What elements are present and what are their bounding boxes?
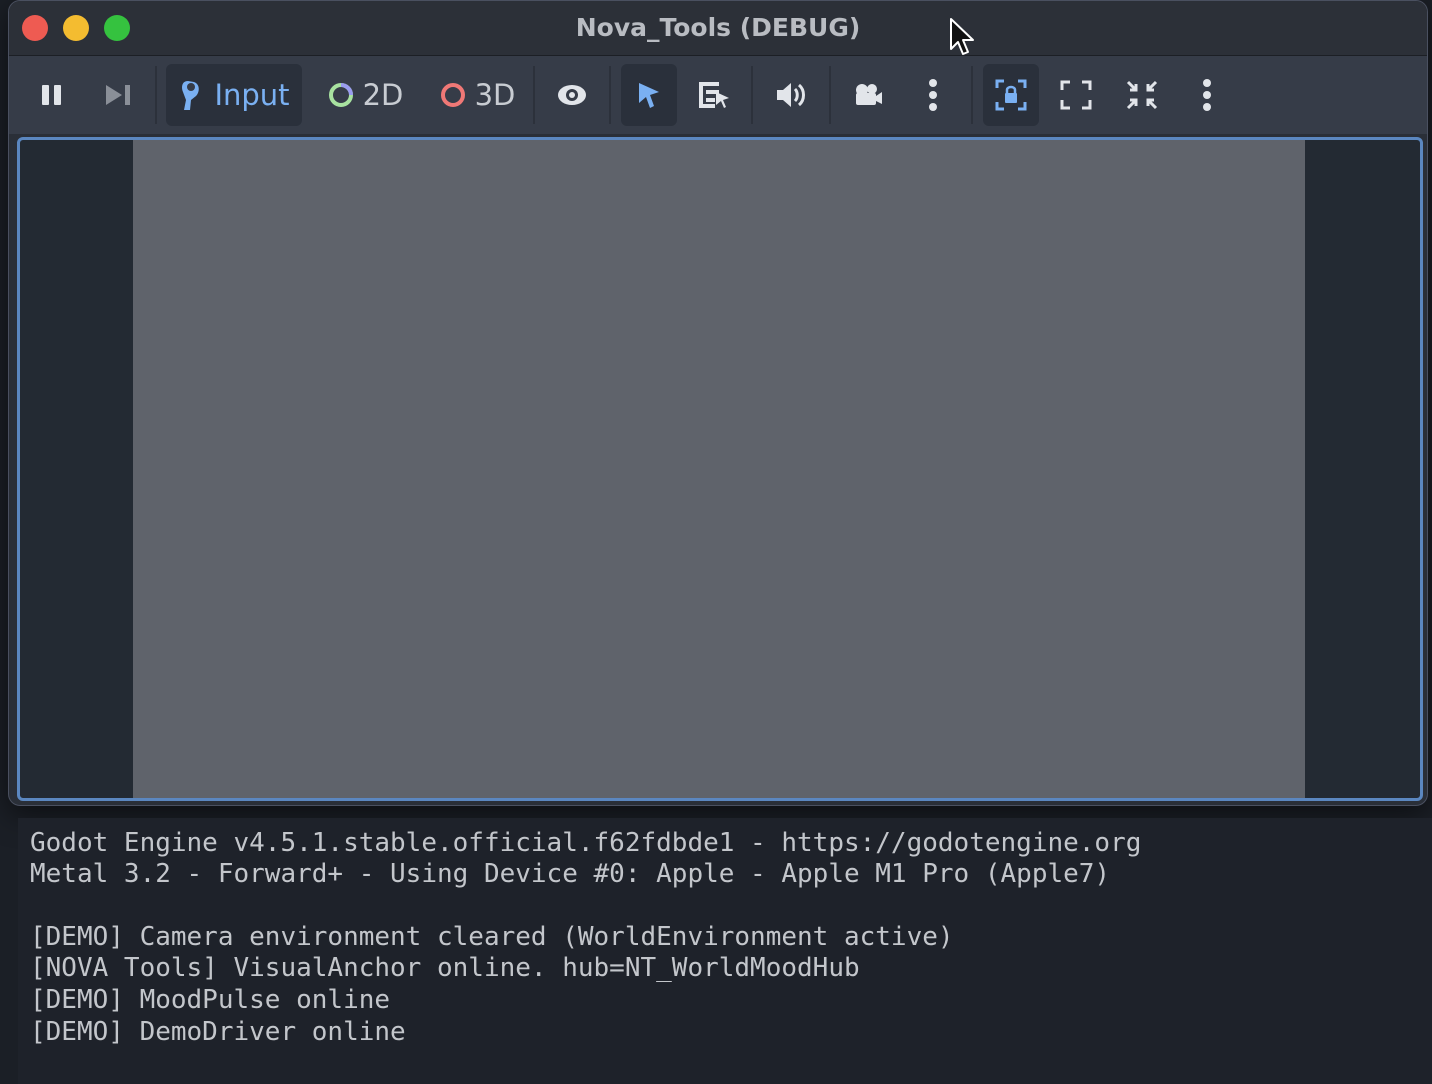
game-render-area[interactable] bbox=[133, 140, 1305, 798]
camera-button[interactable] bbox=[843, 64, 893, 126]
more-options-button[interactable] bbox=[913, 64, 953, 126]
mouse-cursor-icon bbox=[950, 18, 974, 55]
mode-2d-label: 2D bbox=[362, 78, 404, 112]
fullscreen-icon bbox=[1060, 80, 1092, 110]
fullscreen-exit-button[interactable] bbox=[1117, 64, 1167, 126]
toolbar-separator bbox=[609, 66, 611, 124]
more-vertical-icon bbox=[1203, 79, 1211, 111]
console-line: [DEMO] Camera environment cleared (World… bbox=[30, 922, 954, 952]
mode-3d-label: 3D bbox=[474, 78, 516, 112]
lock-frame-button[interactable] bbox=[983, 64, 1039, 126]
eye-icon bbox=[558, 85, 586, 105]
visibility-button[interactable] bbox=[547, 64, 597, 126]
camera-icon bbox=[856, 84, 882, 105]
game-window: Nova_Tools (DEBUG) Input 2D 3D bbox=[8, 0, 1428, 806]
console-line: [NOVA Tools] VisualAnchor online. hub=NT… bbox=[30, 953, 860, 983]
select-arrow-icon bbox=[639, 83, 659, 108]
pause-button[interactable] bbox=[29, 64, 75, 126]
more-vertical-icon bbox=[929, 79, 937, 111]
select-mode-button[interactable] bbox=[621, 64, 677, 126]
next-frame-icon bbox=[106, 85, 130, 105]
console-line: [DEMO] DemoDriver online bbox=[30, 1017, 406, 1047]
game-viewport[interactable] bbox=[17, 137, 1423, 801]
desktop: Nova_Tools (DEBUG) Input 2D 3D Godot Eng… bbox=[0, 0, 1432, 1084]
speaker-icon bbox=[777, 83, 805, 107]
fullscreen-button[interactable] bbox=[1051, 64, 1101, 126]
toolbar-separator bbox=[533, 66, 535, 124]
next-frame-button[interactable] bbox=[95, 64, 141, 126]
toolbar-separator bbox=[971, 66, 973, 124]
console-line: Metal 3.2 - Forward+ - Using Device #0: … bbox=[30, 859, 1111, 889]
circle-3d-icon bbox=[440, 83, 465, 107]
lock-frame-icon bbox=[995, 79, 1027, 111]
mode-3d-button[interactable]: 3D bbox=[427, 64, 527, 126]
list-select-icon bbox=[699, 82, 729, 108]
console-line: Godot Engine v4.5.1.stable.official.f62f… bbox=[30, 828, 1142, 858]
input-icon bbox=[182, 81, 200, 110]
toolbar-separator bbox=[155, 66, 157, 124]
debug-toolbar: Input 2D 3D bbox=[9, 56, 1427, 134]
console-output: Godot Engine v4.5.1.stable.official.f62f… bbox=[18, 818, 1432, 1084]
audio-button[interactable] bbox=[765, 64, 817, 126]
console-line: [DEMO] MoodPulse online bbox=[30, 985, 391, 1015]
toolbar-separator bbox=[751, 66, 753, 124]
input-label: Input bbox=[214, 78, 290, 112]
more-options-button-2[interactable] bbox=[1187, 64, 1227, 126]
list-select-button[interactable] bbox=[689, 64, 739, 126]
input-button[interactable]: Input bbox=[166, 64, 302, 126]
fullscreen-exit-icon bbox=[1126, 80, 1158, 110]
toolbar-separator bbox=[829, 66, 831, 124]
pause-icon bbox=[42, 85, 61, 105]
circle-2d-icon bbox=[328, 83, 353, 107]
window-title: Nova_Tools (DEBUG) bbox=[575, 13, 861, 42]
mode-2d-button[interactable]: 2D bbox=[317, 64, 413, 126]
title-bar[interactable]: Nova_Tools (DEBUG) bbox=[9, 1, 1427, 56]
